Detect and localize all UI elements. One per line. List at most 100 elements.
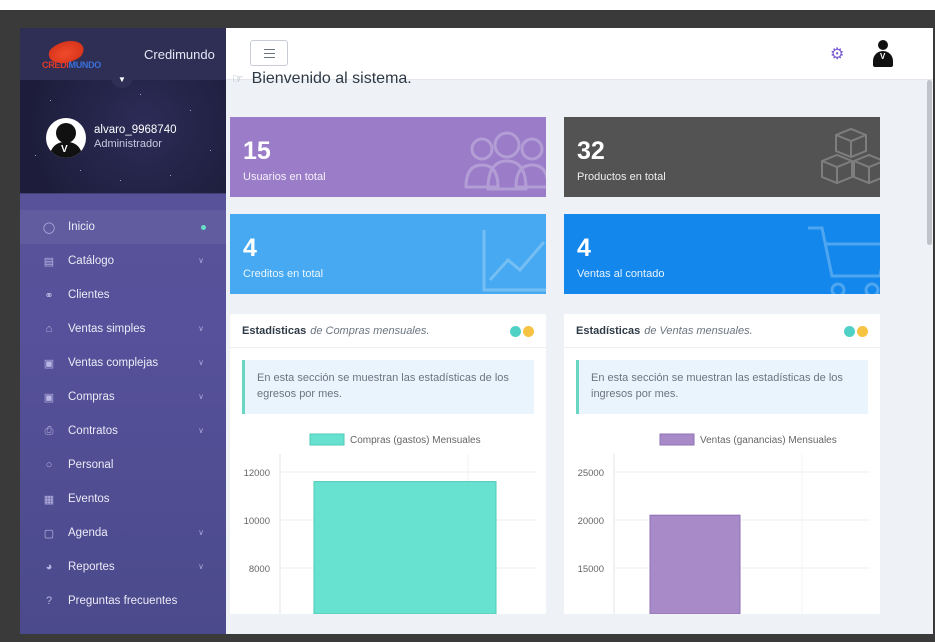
chevron-down-icon[interactable]: ▼ (111, 74, 133, 88)
stat-value: 4 (243, 234, 257, 262)
chart-icon: ◕ (45, 561, 53, 573)
stat-value: 32 (577, 137, 605, 165)
stats-card-ventas: Estadísticas de Ventas mensuales. En est… (564, 314, 880, 614)
avatar[interactable]: V (46, 118, 86, 158)
chevron-down-icon: ∨ (198, 324, 204, 333)
stat-label: Productos en total (577, 171, 666, 183)
sidebar-item-compras[interactable]: ▣ Compras ∨ (20, 380, 226, 414)
sidebar-item-label: Ventas complejas (68, 357, 159, 369)
stat-value: 4 (577, 234, 591, 262)
sidebar-item-label: Agenda (68, 527, 108, 539)
calendar-icon: ▦ (43, 493, 55, 506)
sidebar-menu: ◯ Inicio ▤ Catálogo ∨ ⚭ Clientes ⌂ Venta… (20, 194, 226, 618)
sidebar-item-agenda[interactable]: ▢ Agenda ∨ (20, 516, 226, 550)
chevron-down-icon: ∨ (198, 426, 204, 435)
legend-swatch (659, 433, 695, 446)
user-role: Administrador (94, 138, 162, 150)
compras-bar-chart: Compras (gastos) Mensuales 8000 10000 12000 (244, 433, 536, 614)
y-tick-label: 25000 (578, 468, 604, 479)
card-controls (510, 326, 534, 337)
active-indicator (201, 225, 206, 230)
sidebar-item-eventos[interactable]: ▦ Eventos (20, 482, 226, 516)
boxes-icon (821, 127, 880, 185)
legend-swatch (309, 433, 345, 446)
catalog-icon: ▤ (43, 255, 55, 268)
sidebar-item-preguntas[interactable]: ? Preguntas frecuentes (20, 584, 226, 618)
y-tick-label: 12000 (244, 468, 270, 479)
calendar-icon: ▢ (43, 527, 55, 540)
cart-icon: ▣ (43, 357, 55, 370)
sidebar-item-label: Eventos (68, 493, 110, 505)
clients-icon: ⚭ (44, 289, 54, 302)
scrollbar[interactable] (926, 80, 933, 634)
sidebar-item-catalogo[interactable]: ▤ Catálogo ∨ (20, 244, 226, 278)
stat-tile-credits[interactable]: 4 Creditos en total (230, 214, 546, 294)
brand-logo: CREDIMUNDO (42, 31, 101, 74)
stat-label: Creditos en total (243, 268, 324, 280)
handshake-icon: ☞ (232, 71, 244, 86)
bar (313, 481, 497, 614)
sidebar-item-inicio[interactable]: ◯ Inicio (20, 210, 226, 244)
line-chart-icon (482, 230, 546, 292)
chevron-down-icon: ∨ (198, 256, 204, 265)
person-icon: ○ (45, 459, 53, 471)
sidebar-item-personal[interactable]: ○ Personal (20, 448, 226, 482)
stat-tile-products[interactable]: 32 Productos en total (564, 117, 880, 197)
page-title: ☞ Bienvenido al sistema. (232, 70, 412, 87)
y-tick-label: 8000 (249, 564, 270, 575)
sidebar-item-label: Preguntas frecuentes (68, 595, 178, 607)
top-strip (0, 0, 935, 10)
sidebar-item-contratos[interactable]: ⎙ Contratos ∨ (20, 414, 226, 448)
avatar[interactable]: V (872, 40, 894, 68)
yellow-dot-icon[interactable] (523, 326, 534, 337)
teal-dot-icon[interactable] (844, 326, 855, 337)
chevron-down-icon: ∨ (198, 562, 204, 571)
stats-card-compras: Estadísticas de Compras mensuales. En es… (230, 314, 546, 614)
sidebar-item-ventas-complejas[interactable]: ▣ Ventas complejas ∨ (20, 346, 226, 380)
info-callout: En esta sección se muestran las estadíst… (576, 360, 868, 414)
legend-label: Ventas (ganancias) Mensuales (700, 435, 837, 446)
sidebar-item-label: Catálogo (68, 255, 115, 267)
sidebar-item-reportes[interactable]: ◕ Reportes ∨ (20, 550, 226, 584)
sidebar: CREDIMUNDO Credimundo ▼ V alvaro_9968740… (20, 28, 226, 634)
teal-dot-icon[interactable] (510, 326, 521, 337)
store-icon: ⌂ (45, 323, 53, 335)
username: alvaro_9968740 (94, 124, 177, 136)
sidebar-item-label: Ventas simples (68, 323, 146, 335)
sidebar-item-ventas-simples[interactable]: ⌂ Ventas simples ∨ (20, 312, 226, 346)
menu-toggle-button[interactable] (250, 40, 288, 66)
sidebar-item-label: Clientes (68, 289, 110, 301)
sidebar-item-label: Personal (68, 459, 114, 471)
stat-tile-users[interactable]: 15 Usuarios en total (230, 117, 546, 197)
sidebar-item-label: Inicio (68, 221, 95, 233)
stat-label: Usuarios en total (243, 171, 326, 183)
sidebar-item-label: Reportes (68, 561, 115, 573)
bar (649, 514, 741, 614)
brand-name: Credimundo (144, 46, 215, 62)
card-header: Estadísticas de Ventas mensuales. (564, 314, 880, 348)
sidebar-item-label: Compras (68, 391, 115, 403)
printer-icon: ⎙ (44, 424, 54, 437)
users-icon (464, 131, 546, 191)
card-controls (844, 326, 868, 337)
y-tick-label: 15000 (578, 564, 604, 575)
cart-icon (808, 226, 880, 294)
ventas-bar-chart: Ventas (ganancias) Mensuales 15000 20000 25… (578, 433, 870, 614)
stat-tile-sales[interactable]: 4 Ventas al contado (564, 214, 880, 294)
sidebar-item-label: Contratos (68, 425, 118, 437)
scrollbar-thumb[interactable] (927, 80, 932, 245)
y-tick-label: 20000 (578, 516, 604, 527)
info-callout: En esta sección se muestran las estadíst… (242, 360, 534, 414)
sidebar-item-clientes[interactable]: ⚭ Clientes (20, 278, 226, 312)
user-profile: ▼ V alvaro_9968740 Administrador (20, 74, 226, 194)
chevron-down-icon: ∨ (198, 392, 204, 401)
question-icon: ? (45, 595, 53, 607)
yellow-dot-icon[interactable] (857, 326, 868, 337)
gear-icon[interactable]: ⚙ (830, 44, 844, 64)
home-icon: ◯ (42, 221, 56, 234)
chevron-down-icon: ∨ (198, 358, 204, 367)
brand-header[interactable]: CREDIMUNDO Credimundo (20, 28, 226, 80)
card-header: Estadísticas de Compras mensuales. (230, 314, 546, 348)
stat-label: Ventas al contado (577, 268, 665, 280)
legend-label: Compras (gastos) Mensuales (350, 435, 481, 446)
